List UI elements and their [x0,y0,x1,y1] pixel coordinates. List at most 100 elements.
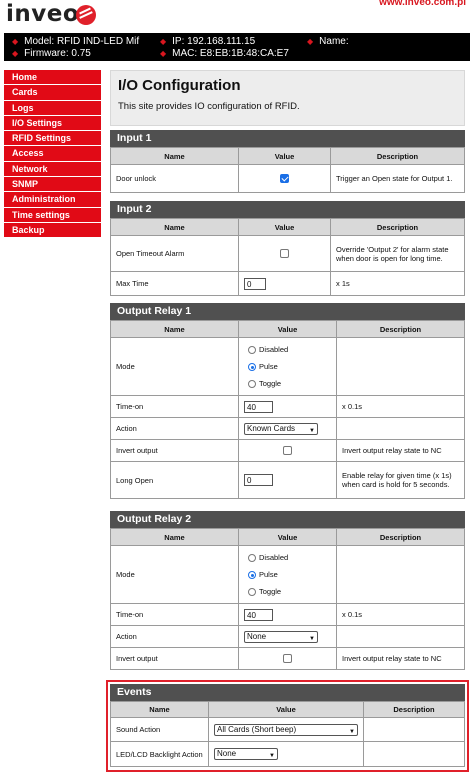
row-description: x 1s [330,271,465,296]
output-relay1-section: Output Relay 1 Name Value Description Mo… [110,303,465,499]
action-select[interactable]: None ▼ [244,630,318,643]
column-header-description: Description [336,320,465,338]
column-header-value: Value [238,147,331,165]
mode-option-disabled[interactable]: Disabled [244,549,331,566]
sidebar-item-network[interactable]: Network [4,161,101,178]
sidebar-item-home[interactable]: Home [4,70,101,86]
sidebar-item-access[interactable]: Access [4,146,101,162]
radio-icon[interactable] [248,380,256,389]
long-open-input[interactable]: 0 [244,474,273,486]
sidebar-item-io-settings[interactable]: I/O Settings [4,115,101,132]
events-table: Name Value Description Sound Action All … [110,701,465,767]
time-on-input[interactable]: 40 [244,608,273,621]
column-header-name: Name [110,147,239,165]
radio-icon[interactable] [248,588,256,597]
sidebar-item-logs[interactable]: Logs [4,100,101,116]
invert-output-checkbox[interactable] [283,446,292,456]
table-row: Mode Disabled Pulse Toggle [110,545,465,604]
header: inveo www.inveo.com.pl [0,0,474,33]
table-row: Action None ▼ [110,625,465,648]
table-row: Action Known Cards ▼ [110,417,465,440]
logo-ball-icon [76,5,96,25]
column-header-name: Name [110,218,239,236]
radio-icon[interactable] [248,346,256,355]
action-select[interactable]: Known Cards ▼ [244,422,318,435]
table-row: Max Time 0 x 1s [110,271,465,296]
row-name: Action [110,417,239,440]
sidebar-item-cards[interactable]: Cards [4,85,101,101]
row-name: Time-on [110,395,239,418]
table-row: Invert output Invert output relay state … [110,439,465,462]
time-on-input[interactable]: 40 [244,400,273,413]
door-unlock-checkbox[interactable] [280,174,289,184]
section-title: Input 1 [110,130,465,147]
mode-option-disabled[interactable]: Disabled [244,341,331,358]
row-description: x 0.1s [336,395,465,418]
radio-icon[interactable] [248,571,256,580]
mode-option-pulse[interactable]: Pulse [244,566,331,583]
radio-icon[interactable] [248,363,256,372]
page-description: This site provides IO configuration of R… [118,101,300,112]
output-relay2-section: Output Relay 2 Name Value Description Mo… [110,511,465,670]
row-name: Time-on [110,603,239,626]
open-timeout-alarm-checkbox[interactable] [280,249,289,259]
input1-table: Name Value Description Door unlock Trigg… [110,147,465,193]
row-description: Enable relay for given time (x 1s) when … [336,461,465,499]
bullet-icon: ◆ [12,49,19,58]
row-description: x 0.1s [336,603,465,626]
column-header-description: Description [330,147,465,165]
column-header-name: Name [110,528,239,546]
input2-section: Input 2 Name Value Description Open Time… [110,201,465,296]
section-title: Input 2 [110,201,465,218]
input1-section: Input 1 Name Value Description Door unlo… [110,130,465,193]
model-info: ◆ Model: RFID IND-LED Mif [12,36,140,47]
backlight-action-select[interactable]: None ▼ [214,748,278,760]
table-row: Door unlock Trigger an Open state for Ou… [110,164,465,193]
chevron-down-icon: ▼ [349,728,355,735]
column-header-description: Description [336,528,465,546]
mode-option-toggle[interactable]: Toggle [244,375,331,392]
events-section: Events Name Value Description Sound Acti… [110,684,465,767]
relay1-table: Name Value Description Mode Disabled Pul… [110,320,465,499]
column-header-name: Name [110,701,209,718]
column-header-name: Name [110,320,239,338]
sound-action-select[interactable]: All Cards (Short beep) ▼ [214,723,358,736]
row-name: LED/LCD Backlight Action [110,741,209,767]
row-description: Invert output relay state to NC [336,647,465,670]
bullet-icon: ◆ [307,37,314,46]
bullet-icon: ◆ [160,37,167,46]
mode-option-toggle[interactable]: Toggle [244,583,331,600]
sidebar-item-rfid-settings[interactable]: RFID Settings [4,131,101,147]
row-name: Open Timeout Alarm [110,235,239,272]
table-row: Time-on 40 x 0.1s [110,395,465,418]
radio-icon[interactable] [248,554,256,563]
section-title: Output Relay 1 [110,303,465,320]
logo: inveo [6,1,80,27]
invert-output-checkbox[interactable] [283,654,292,664]
sidebar-item-snmp[interactable]: SNMP [4,177,101,193]
max-time-input[interactable]: 0 [244,277,266,290]
page-title: I/O Configuration [118,77,241,94]
row-name: Mode [110,337,239,396]
row-name: Mode [110,545,239,604]
row-description: Override 'Output 2' for alarm state when… [330,235,465,272]
row-description: Trigger an Open state for Output 1. [330,164,465,193]
table-row: Open Timeout Alarm Override 'Output 2' f… [110,235,465,272]
row-name: Door unlock [110,164,239,193]
sidebar-item-backup[interactable]: Backup [4,222,101,239]
table-row: Sound Action All Cards (Short beep) ▼ [110,717,465,742]
table-row: Time-on 40 x 0.1s [110,603,465,626]
sidebar-item-administration[interactable]: Administration [4,192,101,208]
name-info: ◆ Name: [307,36,349,47]
column-header-description: Description [363,701,465,718]
mode-option-pulse[interactable]: Pulse [244,358,331,375]
sidebar-item-time-settings[interactable]: Time settings [4,207,101,223]
chevron-down-icon: ▼ [309,635,315,642]
site-link[interactable]: www.inveo.com.pl [379,0,466,8]
table-row: Long Open 0 Enable relay for given time … [110,461,465,499]
page-title-box: I/O Configuration This site provides IO … [110,70,465,126]
row-name: Sound Action [110,717,209,742]
mac-info: ◆ MAC: E8:EB:1B:48:CA:E7 [160,48,289,59]
firmware-info: ◆ Firmware: 0.75 [12,48,91,59]
table-row: Mode Disabled Pulse Toggle [110,337,465,396]
